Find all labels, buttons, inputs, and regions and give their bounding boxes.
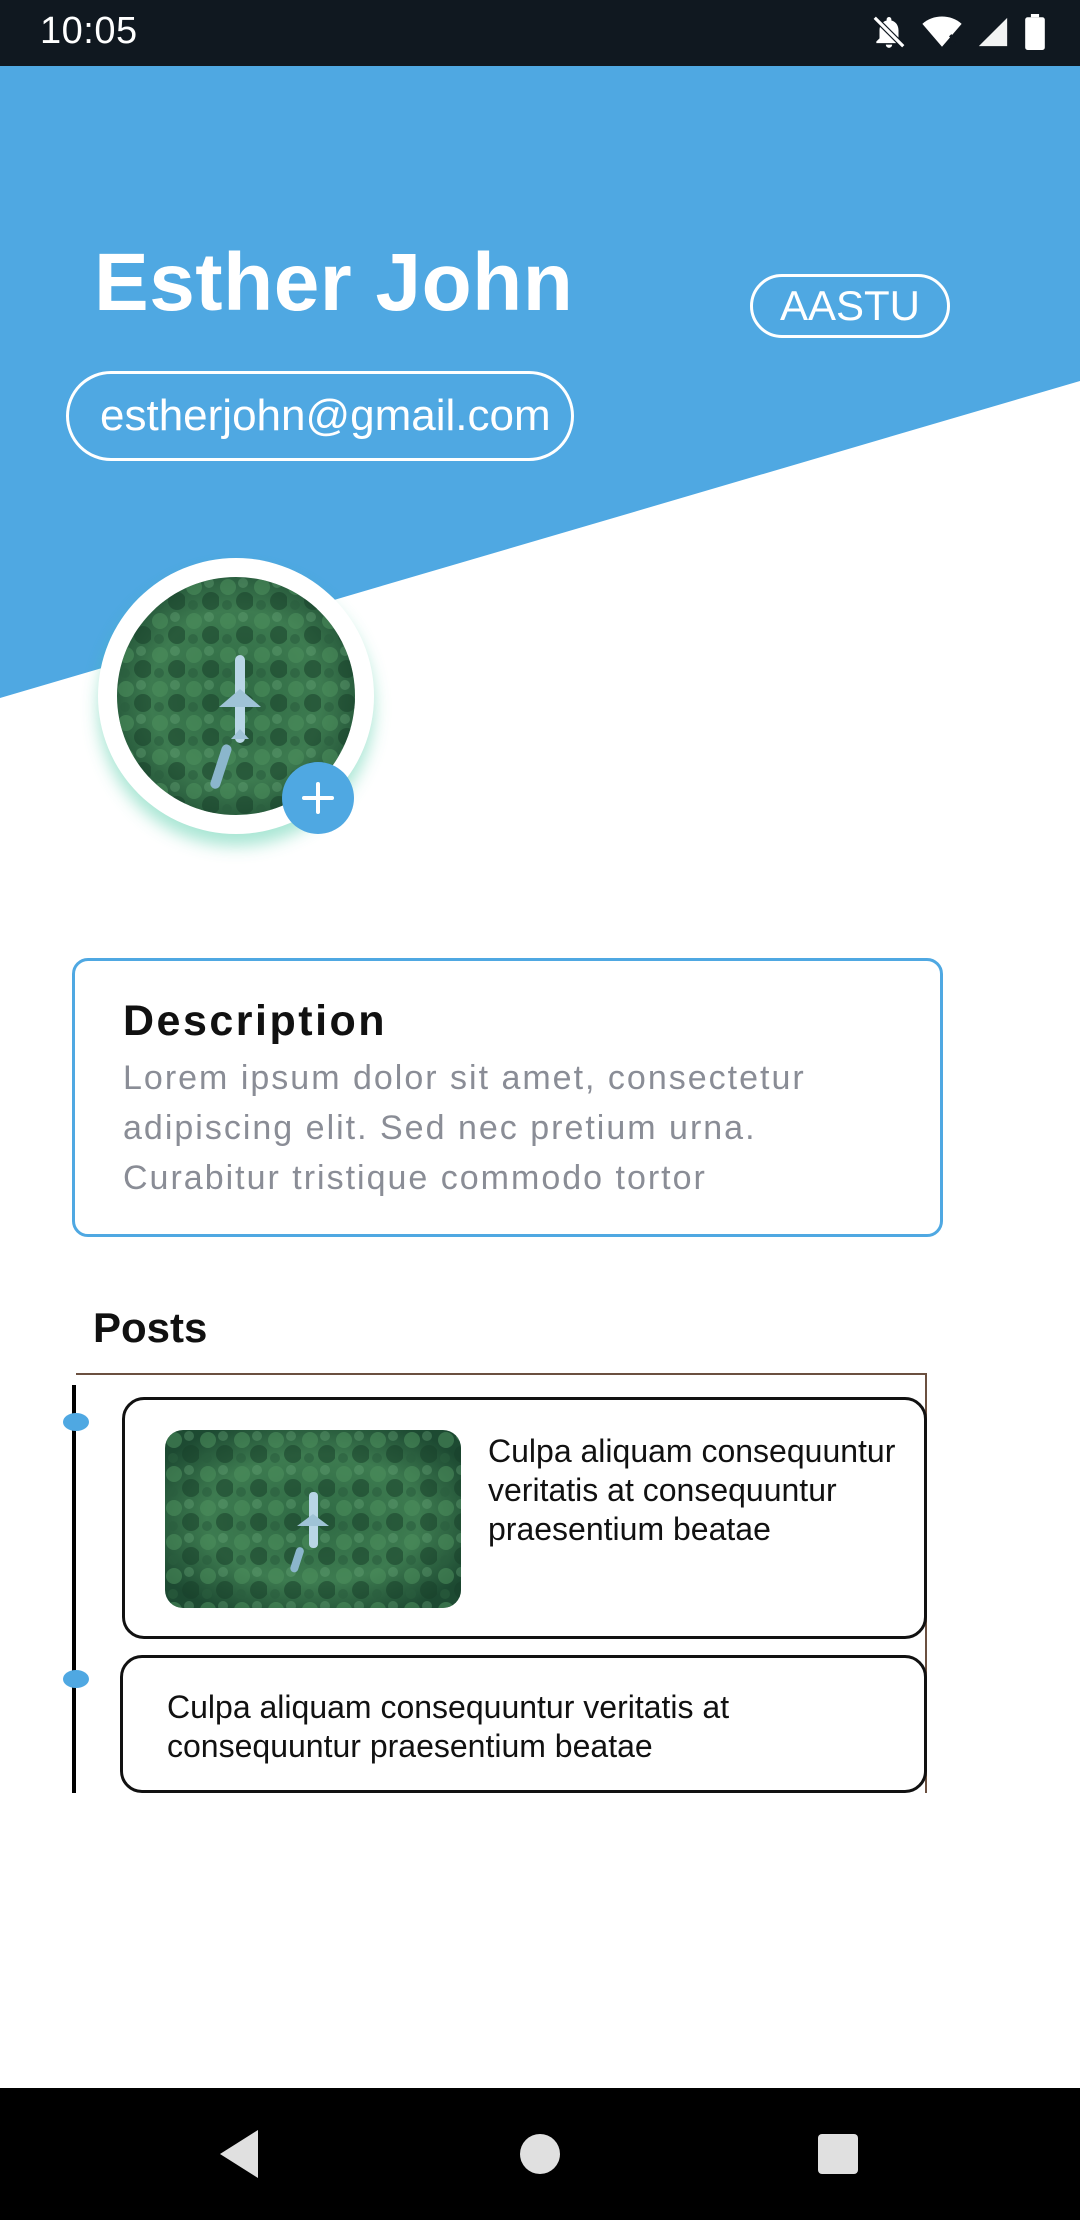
- navigation-bar: [0, 2088, 1080, 2220]
- back-button[interactable]: [210, 2124, 270, 2184]
- post-card[interactable]: Culpa aliquam consequuntur veritatis at …: [122, 1397, 927, 1639]
- back-icon: [220, 2130, 258, 2178]
- post-text: Culpa aliquam consequuntur veritatis at …: [488, 1433, 896, 1547]
- status-time: 10:05: [40, 10, 138, 52]
- add-photo-button[interactable]: [282, 762, 354, 834]
- timeline-dot: [63, 1413, 89, 1431]
- post-image: [165, 1430, 461, 1608]
- timeline-line: [72, 1385, 76, 1793]
- signal-icon: [976, 15, 1010, 49]
- avatar-container: [98, 558, 374, 834]
- timeline-dot: [63, 1670, 89, 1688]
- profile-name: Esther John: [94, 237, 574, 328]
- recents-button[interactable]: [808, 2124, 868, 2184]
- email-pill: estherjohn@gmail.com: [66, 371, 574, 461]
- battery-icon: [1024, 14, 1046, 50]
- status-bar: 10:05: [0, 0, 1080, 66]
- posts-title: Posts: [93, 1304, 208, 1351]
- plus-icon: [302, 782, 334, 814]
- description-card: Description Lorem ipsum dolor sit amet, …: [72, 958, 943, 1237]
- post-card[interactable]: Culpa aliquam consequuntur veritatis at …: [120, 1655, 927, 1793]
- description-text: Lorem ipsum dolor sit amet, consectetur …: [123, 1059, 806, 1197]
- description-title: Description: [123, 997, 388, 1045]
- home-button[interactable]: [510, 2124, 570, 2184]
- recents-icon: [818, 2134, 858, 2174]
- organization-badge: AASTU: [750, 274, 950, 338]
- home-icon: [520, 2134, 560, 2174]
- wifi-icon: [922, 14, 962, 50]
- post-text: Culpa aliquam consequuntur veritatis at …: [167, 1689, 730, 1764]
- bell-off-icon: [870, 13, 908, 51]
